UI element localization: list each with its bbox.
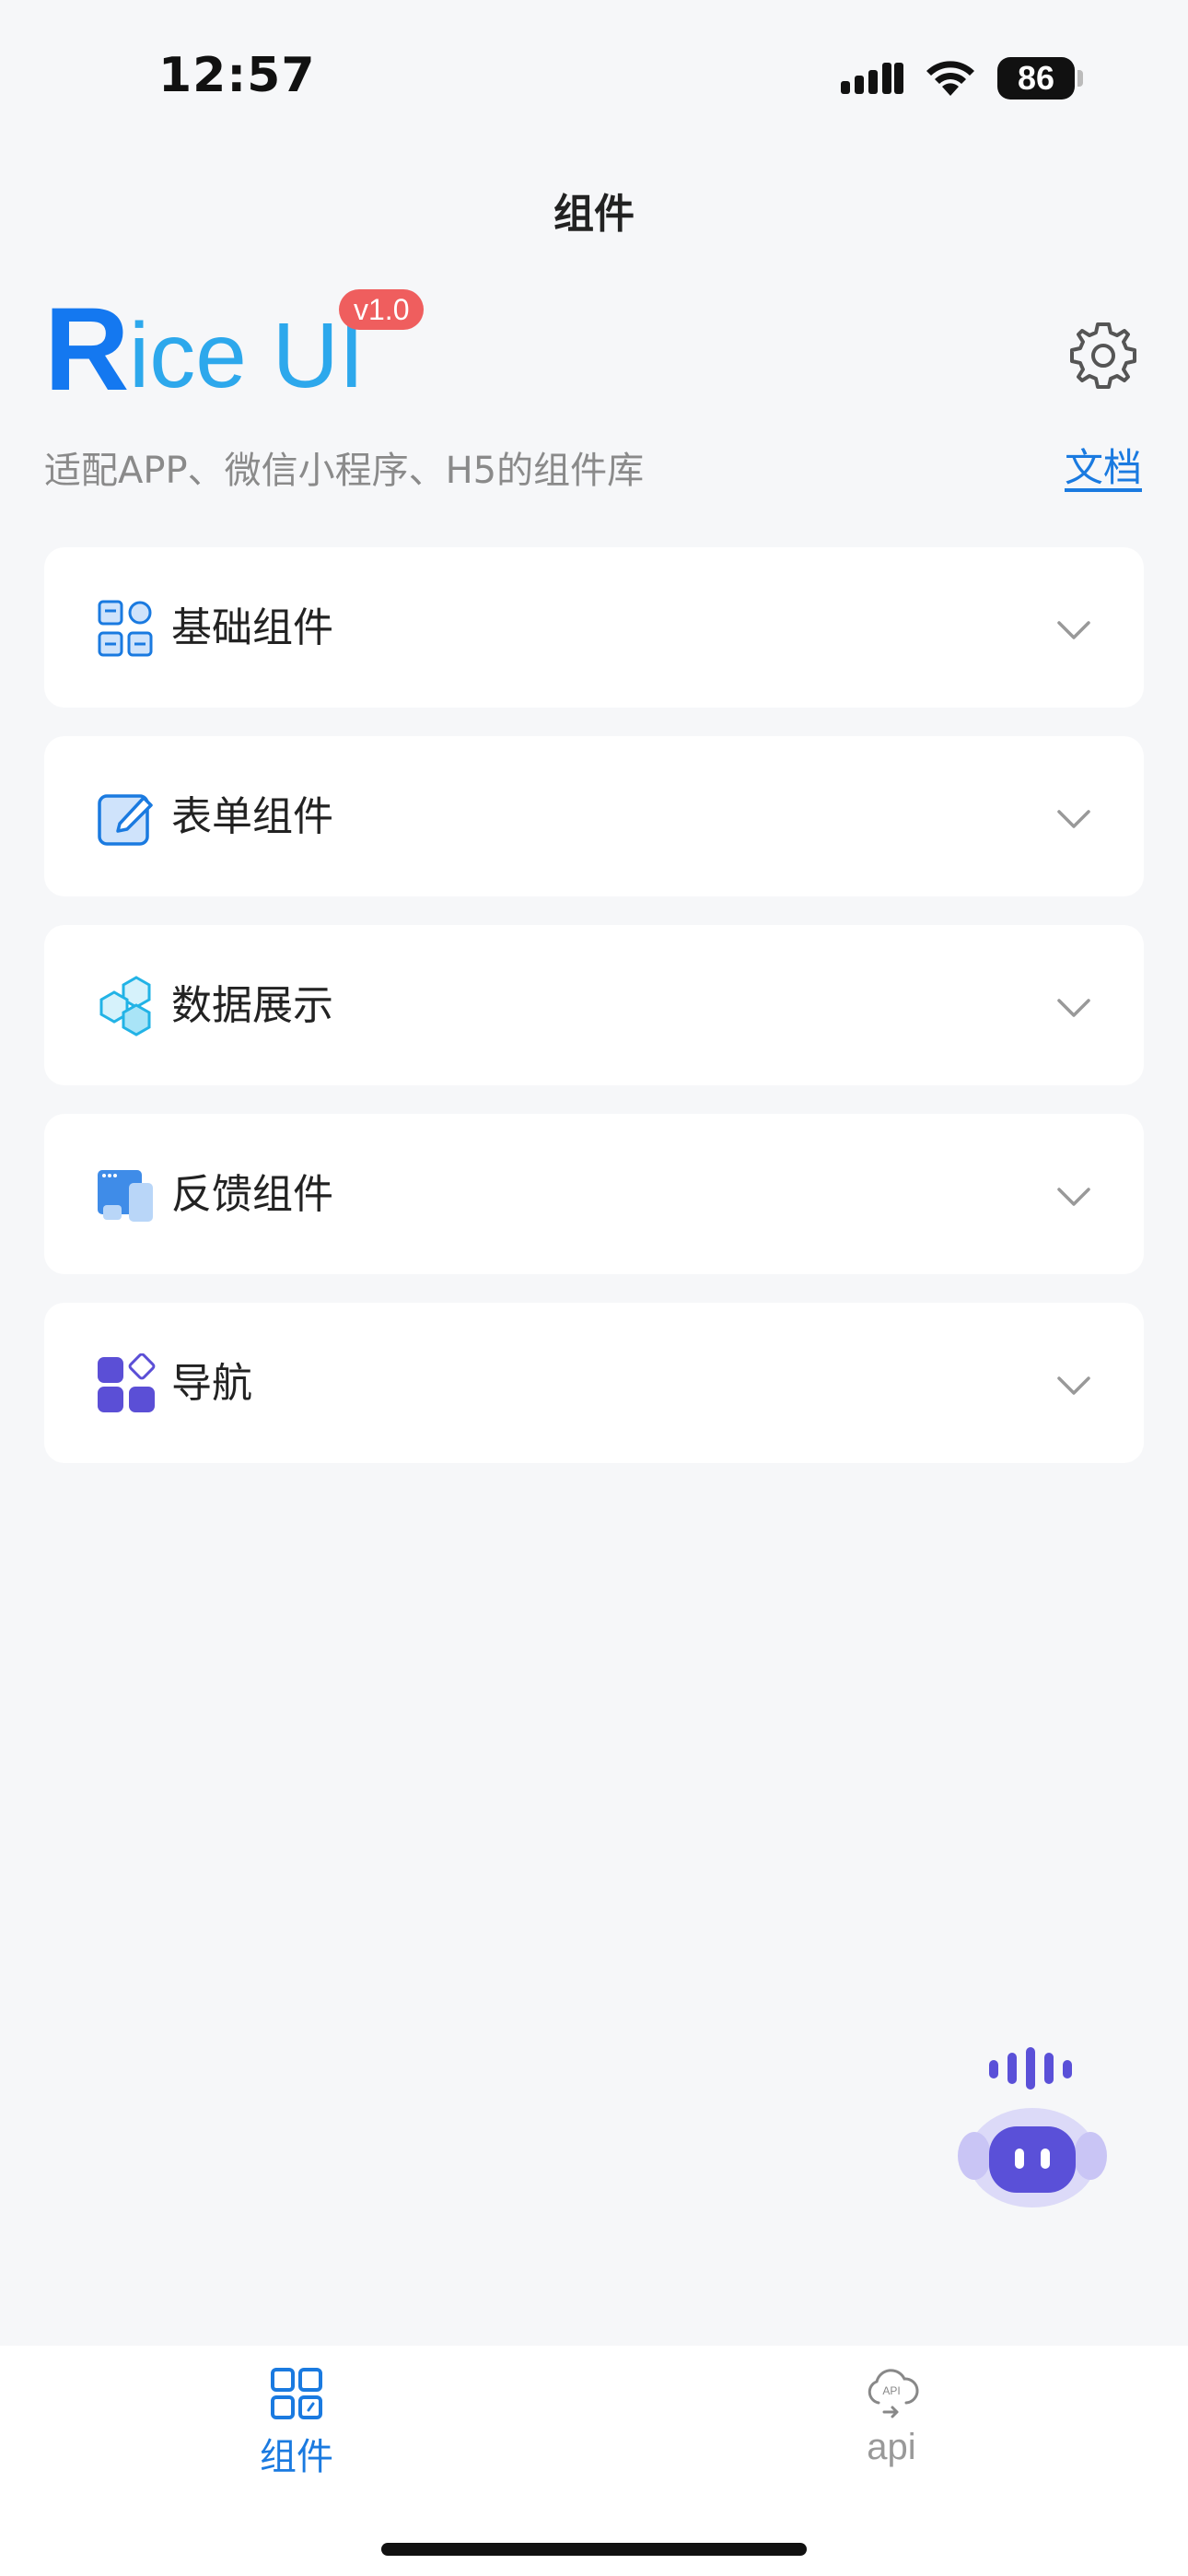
wifi-icon [926,61,974,96]
component-menu: 基础组件 表单组件 数据展示 反馈组件 导航 [44,547,1144,1492]
hexagon-icon [99,976,151,1036]
docs-link[interactable]: 文档 [1065,437,1142,493]
menu-item-label: 数据展示 [171,982,333,1029]
tab-bar: 组件 API api [0,2346,1188,2576]
window-icon [98,1170,153,1222]
status-bar: 12:57 86 [0,0,1188,157]
components-icon [271,2368,322,2419]
tab-components[interactable]: 组件 [158,2366,435,2480]
menu-item-label: 表单组件 [171,793,333,840]
brand-logo-initial: R [44,284,130,416]
edit-icon [98,794,153,846]
page-title: 组件 [553,191,635,238]
version-badge: v1.0 [339,289,425,330]
menu-item-label: 反馈组件 [171,1171,333,1218]
menu-item-basic[interactable]: 基础组件 [44,547,1144,708]
chevron-down-icon [1057,1376,1090,1395]
menu-item-feedback[interactable]: 反馈组件 [44,1114,1144,1274]
cloud-api-icon: API [868,2369,919,2418]
brand-logo-text: ice UI [129,304,365,407]
cellular-signal-icon [841,63,903,94]
tab-label: 组件 [260,2436,333,2478]
chevron-down-icon [1057,621,1090,639]
grid-icon [98,600,153,657]
menu-item-label: 导航 [171,1360,252,1407]
apps-icon [98,1353,156,1412]
status-time: 12:57 [158,48,316,103]
battery-cap [1077,70,1083,87]
chevron-down-icon [1057,999,1090,1017]
menu-item-navigation[interactable]: 导航 [44,1303,1144,1463]
subtitle: 适配APP、微信小程序、H5的组件库 [44,450,645,492]
chevron-down-icon [1057,810,1090,828]
menu-item-data-display[interactable]: 数据展示 [44,925,1144,1085]
chevron-down-icon [1057,1188,1090,1206]
menu-item-form[interactable]: 表单组件 [44,736,1144,896]
tab-api[interactable]: API api [753,2366,1030,2468]
robot-assistant-icon[interactable] [954,2047,1111,2209]
tab-label: api [867,2427,916,2467]
menu-item-label: 基础组件 [171,604,333,651]
svg-text:API: API [882,2384,900,2397]
home-indicator[interactable] [381,2543,807,2556]
settings-gear-icon[interactable] [1066,319,1140,392]
battery-indicator: 86 [997,57,1075,100]
